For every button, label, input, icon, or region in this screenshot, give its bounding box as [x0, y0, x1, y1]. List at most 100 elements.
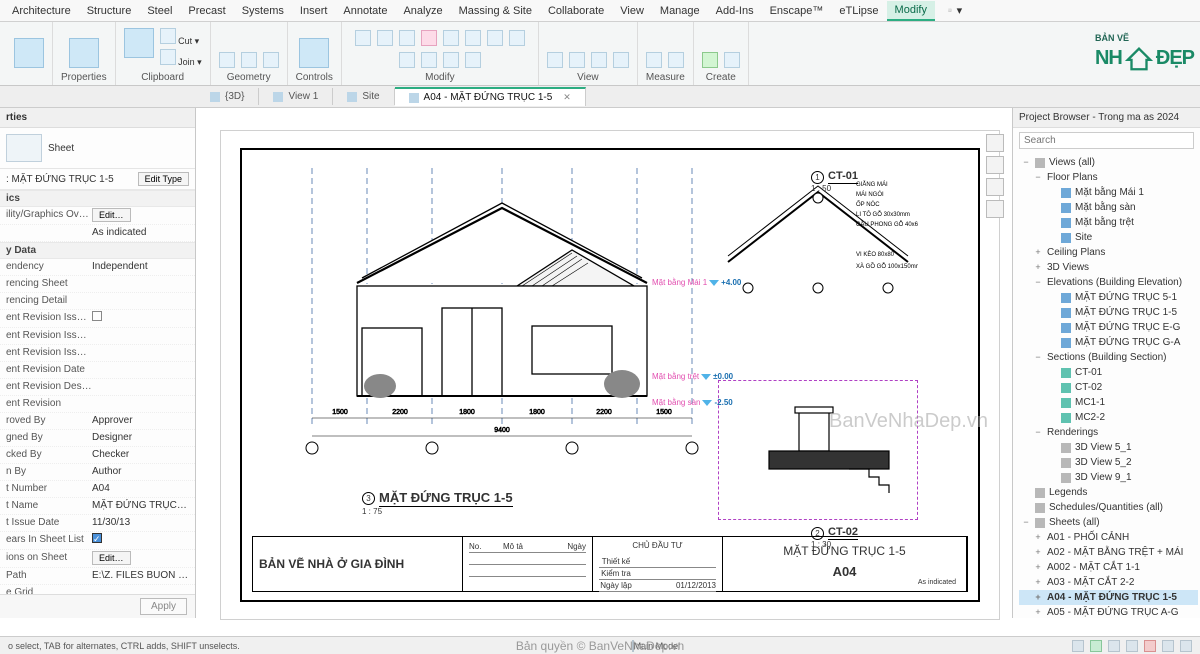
- scale-icon[interactable]: [421, 52, 437, 68]
- type-selector[interactable]: Sheet: [0, 128, 195, 169]
- apply-button[interactable]: Apply: [140, 598, 187, 615]
- tree-sheet-item[interactable]: +A01 - PHỐI CẢNH: [1019, 530, 1198, 545]
- tree-item[interactable]: Mặt bằng sàn: [1019, 200, 1198, 215]
- detail-ct01[interactable]: GIẰNG MÁI MÁI NGÓI ỐP NÓC LI TÔ GỖ 30x30…: [718, 176, 918, 296]
- tree-renderings[interactable]: −Renderings: [1019, 425, 1198, 440]
- edit-button[interactable]: Edit…: [92, 551, 131, 565]
- tree-item[interactable]: MẶT ĐỨNG TRỤC G-A: [1019, 335, 1198, 350]
- tab-annotate[interactable]: Annotate: [335, 2, 395, 20]
- orbit-icon[interactable]: [986, 200, 1004, 218]
- move-icon[interactable]: [421, 30, 437, 46]
- dimension-icon[interactable]: [668, 52, 684, 68]
- properties-icon[interactable]: [69, 38, 99, 68]
- tab-systems[interactable]: Systems: [234, 2, 292, 20]
- mirror-icon[interactable]: [399, 30, 415, 46]
- tab-view[interactable]: View: [612, 2, 652, 20]
- prop-row[interactable]: ent Revision Descripti…: [0, 379, 195, 396]
- prop-row[interactable]: ent Revision Date: [0, 362, 195, 379]
- edit-button[interactable]: Edit…: [92, 208, 131, 222]
- prop-row[interactable]: cked ByChecker: [0, 447, 195, 464]
- trim-icon[interactable]: [487, 30, 503, 46]
- prop-row[interactable]: As indicated: [0, 225, 195, 242]
- view-tab-3d[interactable]: {3D}: [196, 88, 259, 105]
- edit-type-button[interactable]: Edit Type: [138, 172, 189, 186]
- tab-collaborate[interactable]: Collaborate: [540, 2, 612, 20]
- tree-item[interactable]: MẶT ĐỨNG TRỤC E-G: [1019, 320, 1198, 335]
- prop-row[interactable]: ent Revision: [0, 396, 195, 413]
- s-icon[interactable]: [1180, 640, 1192, 652]
- tree-item[interactable]: 3D View 5_1: [1019, 440, 1198, 455]
- prop-row[interactable]: ent Revision Issued To: [0, 345, 195, 362]
- prop-row[interactable]: ent Revision Issued By: [0, 328, 195, 345]
- tree-sheet-item[interactable]: +A04 - MẶT ĐỨNG TRỤC 1-5: [1019, 590, 1198, 605]
- paste-icon[interactable]: [124, 28, 154, 58]
- drawing-canvas[interactable]: 150022001800 180022001500 9400 Mặt bằng …: [220, 130, 1000, 620]
- s-icon[interactable]: [1162, 640, 1174, 652]
- copy-icon[interactable]: [443, 30, 459, 46]
- rotate-icon[interactable]: [465, 30, 481, 46]
- prop-row[interactable]: ent Revision Issued: [0, 310, 195, 328]
- array-icon[interactable]: [399, 52, 415, 68]
- prop-row[interactable]: ions on SheetEdit…: [0, 550, 195, 568]
- delete-icon[interactable]: [465, 52, 481, 68]
- offset-icon[interactable]: [377, 30, 393, 46]
- tree-3dviews[interactable]: +3D Views: [1019, 260, 1198, 275]
- tab-analyze[interactable]: Analyze: [395, 2, 450, 20]
- view-tab-a04[interactable]: A04 - MẶT ĐỨNG TRỤC 1-5✕: [395, 87, 586, 106]
- tree-item[interactable]: MC2-2: [1019, 410, 1198, 425]
- tab-insert[interactable]: Insert: [292, 2, 336, 20]
- modify-cursor-icon[interactable]: [14, 38, 44, 68]
- align-icon[interactable]: [355, 30, 371, 46]
- tree-item[interactable]: 3D View 5_2: [1019, 455, 1198, 470]
- s-icon[interactable]: [1072, 640, 1084, 652]
- tree-item[interactable]: MẶT ĐỨNG TRỤC 5-1: [1019, 290, 1198, 305]
- tree-item[interactable]: Site: [1019, 230, 1198, 245]
- cope-icon[interactable]: [219, 52, 235, 68]
- tree-floorplans[interactable]: −Floor Plans: [1019, 170, 1198, 185]
- detail-ct02[interactable]: [718, 380, 918, 520]
- prop-row[interactable]: t Issue Date11/30/13: [0, 515, 195, 532]
- prop-row[interactable]: ears In Sheet List: [0, 532, 195, 550]
- tab-massing[interactable]: Massing & Site: [451, 2, 540, 20]
- join-item[interactable]: Join ▾: [160, 49, 202, 68]
- group-graphics[interactable]: ics: [0, 190, 195, 207]
- split-icon[interactable]: [509, 30, 525, 46]
- prop-row[interactable]: ility/Graphics Overrid…Edit…: [0, 207, 195, 225]
- s-icon[interactable]: [1126, 640, 1138, 652]
- navwheel-icon[interactable]: [986, 134, 1004, 152]
- create-icon2[interactable]: [724, 52, 740, 68]
- tab-precast[interactable]: Precast: [180, 2, 233, 20]
- prop-row[interactable]: PathE:\Z. FILES BUON BAN\NH…: [0, 568, 195, 585]
- s-icon[interactable]: [1144, 640, 1156, 652]
- pin-icon[interactable]: [443, 52, 459, 68]
- tab-addins[interactable]: Add-Ins: [708, 2, 762, 20]
- activate-icon[interactable]: [299, 38, 329, 68]
- view-icon1[interactable]: [547, 52, 563, 68]
- tab-etlipse[interactable]: eTLipse: [831, 2, 886, 20]
- prop-row[interactable]: endencyIndependent: [0, 259, 195, 276]
- tree-elevations[interactable]: −Elevations (Building Elevation): [1019, 275, 1198, 290]
- instance-selector[interactable]: : MẶT ĐỨNG TRỤC 1-5 Edit Type: [0, 169, 195, 190]
- view-tab-site[interactable]: Site: [333, 88, 394, 105]
- view-icon2[interactable]: [569, 52, 585, 68]
- prop-row[interactable]: t NameMẶT ĐỨNG TRỤC 1-5: [0, 498, 195, 515]
- tree-sheets[interactable]: −Sheets (all): [1019, 515, 1198, 530]
- tree-legends[interactable]: Legends: [1019, 485, 1198, 500]
- tab-modify[interactable]: Modify: [887, 1, 935, 21]
- view-icon4[interactable]: [613, 52, 629, 68]
- prop-row[interactable]: t NumberA04: [0, 481, 195, 498]
- browser-search[interactable]: [1019, 132, 1194, 149]
- tree-ceiling[interactable]: +Ceiling Plans: [1019, 245, 1198, 260]
- tree-item[interactable]: 3D View 9_1: [1019, 470, 1198, 485]
- measure-icon[interactable]: [646, 52, 662, 68]
- tree-item[interactable]: Mặt bằng trệt: [1019, 215, 1198, 230]
- tab-manage[interactable]: Manage: [652, 2, 708, 20]
- tree-item[interactable]: MC1-1: [1019, 395, 1198, 410]
- tree-sections[interactable]: −Sections (Building Section): [1019, 350, 1198, 365]
- zoom-icon[interactable]: [986, 178, 1004, 196]
- pan-icon[interactable]: [986, 156, 1004, 174]
- cut-item[interactable]: Cut ▾: [160, 28, 202, 47]
- s-icon[interactable]: [1108, 640, 1120, 652]
- tree-item[interactable]: Mặt bằng Mái 1: [1019, 185, 1198, 200]
- elevation-view[interactable]: 150022001800 180022001500 9400: [282, 168, 702, 458]
